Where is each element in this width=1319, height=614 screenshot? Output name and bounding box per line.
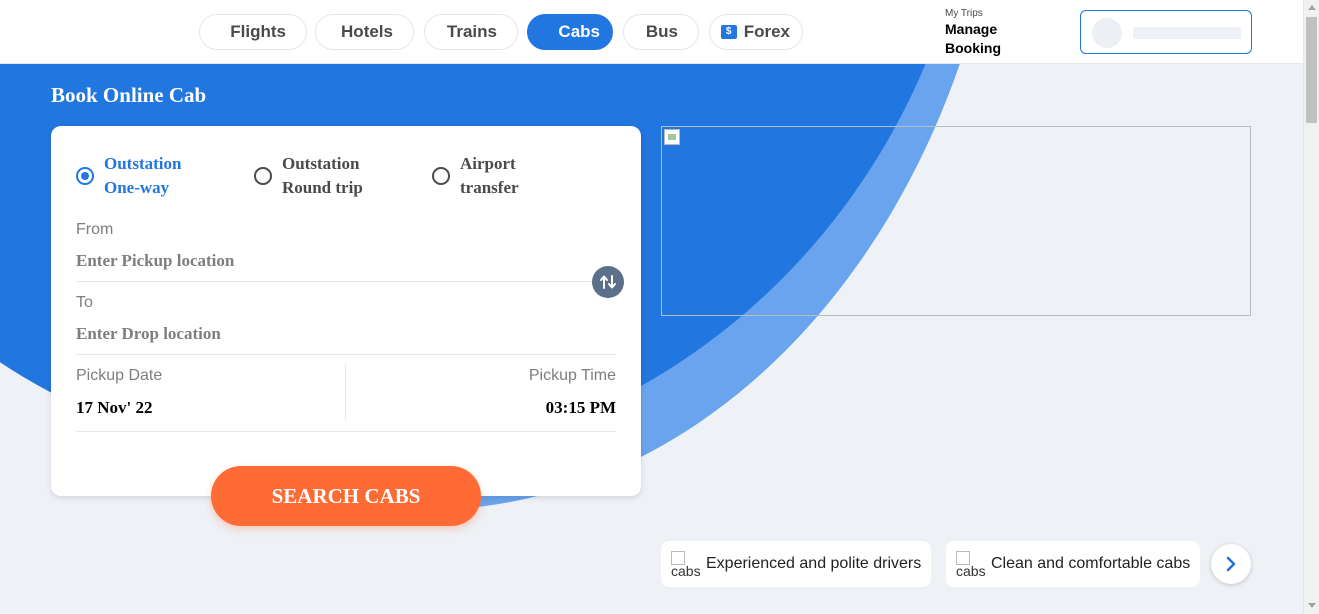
trip-type-outstation-oneway[interactable]: Outstation One-way <box>76 152 194 200</box>
broken-image-icon <box>664 129 680 145</box>
pickup-date-label: Pickup Date <box>76 367 163 384</box>
scroll-up-arrow-icon[interactable] <box>1308 5 1316 10</box>
feature-image-alt: cabs <box>671 563 701 579</box>
swap-arrows-icon <box>600 275 616 289</box>
search-cabs-button[interactable]: SEARCH CABS <box>211 466 481 526</box>
my-trips-label: My Trips <box>945 8 983 19</box>
divider <box>76 354 616 355</box>
scroll-down-arrow-icon[interactable] <box>1308 603 1316 608</box>
feature-card: cabs Experienced and polite drivers <box>661 541 931 587</box>
feature-text: Clean and comfortable cabs <box>991 555 1191 572</box>
to-input[interactable]: Enter Drop location <box>76 324 221 344</box>
promo-banner[interactable] <box>661 126 1251 316</box>
tab-flights[interactable]: Flights <box>199 14 307 50</box>
tab-cabs-label: Cabs <box>558 22 600 41</box>
trip-type-label: Outstation Round trip <box>282 154 363 197</box>
to-label: To <box>76 294 93 311</box>
header: Flights Hotels Trains Cabs Bus $ Forex M… <box>0 0 1303 64</box>
vertical-divider <box>345 364 346 420</box>
dollar-note-icon: $ <box>720 25 737 39</box>
tab-bus[interactable]: Bus <box>623 14 699 50</box>
features-next-button[interactable] <box>1211 544 1251 584</box>
radio-unselected-icon <box>432 167 450 185</box>
pickup-time-field[interactable]: 03:15 PM <box>546 398 616 418</box>
pickup-time-label: Pickup Time <box>528 367 616 384</box>
trip-type-outstation-roundtrip[interactable]: Outstation Round trip <box>254 152 377 200</box>
tab-bus-label: Bus <box>645 22 678 41</box>
feature-card: cabs Clean and comfortable cabs <box>946 541 1200 587</box>
cab-search-card: Outstation One-way Outstation Round trip… <box>51 126 641 496</box>
login-placeholder-bar <box>1133 27 1241 39</box>
pickup-date-field[interactable]: 17 Nov' 22 <box>76 398 153 418</box>
tab-flights-label: Flights <box>230 22 286 41</box>
scroll-thumb[interactable] <box>1306 17 1317 123</box>
trip-type-label: Outstation One-way <box>104 154 182 197</box>
feature-image: cabs <box>956 551 986 578</box>
manage-booking-link[interactable]: Manage Booking <box>945 20 1025 58</box>
login-button[interactable] <box>1080 10 1252 54</box>
radio-unselected-icon <box>254 167 272 185</box>
page-scrollbar[interactable] <box>1303 0 1319 614</box>
feature-text: Experienced and polite drivers <box>706 555 922 572</box>
tab-hotels-label: Hotels <box>341 22 393 41</box>
divider <box>76 281 616 282</box>
tab-cabs[interactable]: Cabs <box>527 14 613 50</box>
tab-forex[interactable]: $ Forex <box>709 14 803 50</box>
tab-forex-label: Forex <box>743 22 790 41</box>
tab-hotels[interactable]: Hotels <box>315 14 414 50</box>
chevron-right-icon <box>1226 556 1236 572</box>
avatar <box>1092 18 1122 48</box>
trip-type-airport-transfer[interactable]: Airport transfer <box>432 152 530 200</box>
divider <box>76 431 616 432</box>
trip-type-label: Airport transfer <box>460 154 519 197</box>
tab-trains[interactable]: Trains <box>424 14 518 50</box>
feature-image-alt: cabs <box>956 563 986 579</box>
from-input[interactable]: Enter Pickup location <box>76 251 234 271</box>
feature-image: cabs <box>671 551 701 578</box>
from-label: From <box>76 221 114 238</box>
page-title: Book Online Cab <box>51 83 207 107</box>
radio-selected-icon <box>76 167 94 185</box>
swap-locations-button[interactable] <box>592 266 624 298</box>
tab-trains-label: Trains <box>446 22 497 41</box>
